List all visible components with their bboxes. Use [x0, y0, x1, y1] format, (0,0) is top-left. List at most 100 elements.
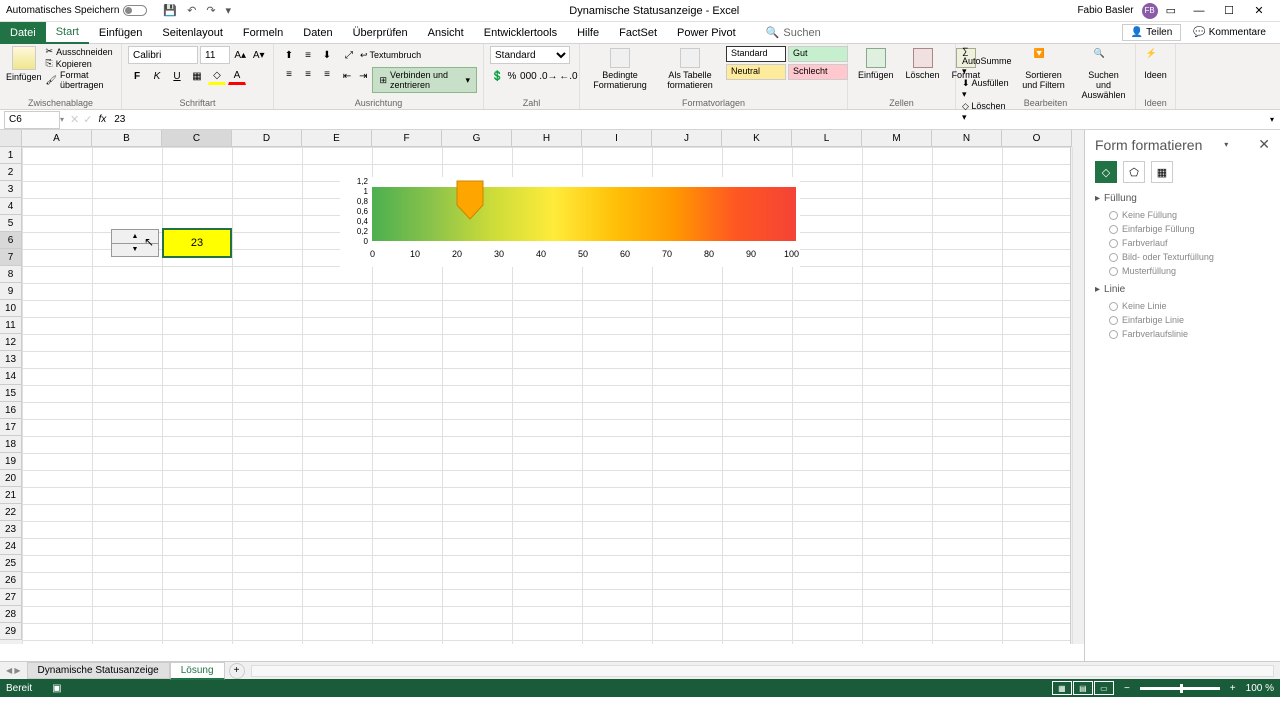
col-header-c[interactable]: C — [162, 130, 232, 147]
indent-increase-button[interactable]: ⇥ — [356, 67, 370, 85]
col-header-h[interactable]: H — [512, 130, 582, 147]
col-header-j[interactable]: J — [652, 130, 722, 147]
ideas-button[interactable]: ⚡Ideen — [1142, 46, 1169, 82]
name-box[interactable]: C6 — [4, 111, 60, 129]
row-header-2[interactable]: 2 — [0, 164, 22, 181]
row-header-18[interactable]: 18 — [0, 436, 22, 453]
fill-option-picture[interactable]: Bild- oder Texturfüllung — [1095, 250, 1270, 264]
tab-ansicht[interactable]: Ansicht — [418, 23, 474, 43]
tab-daten[interactable]: Daten — [293, 23, 342, 43]
maximize-button[interactable]: ☐ — [1214, 0, 1244, 22]
row-header-9[interactable]: 9 — [0, 283, 22, 300]
fill-option-pattern[interactable]: Musterfüllung — [1095, 264, 1270, 278]
row-header-11[interactable]: 11 — [0, 317, 22, 334]
copy-button[interactable]: ⎘Kopieren — [46, 58, 115, 69]
italic-button[interactable]: K — [148, 67, 166, 85]
cancel-formula-icon[interactable]: ✕ — [70, 113, 79, 126]
row-header-1[interactable]: 1 — [0, 147, 22, 164]
cells-grid[interactable]: ▲ ▼ ↖ 23 1,2 1 0,8 0,6 0,4 0,2 — [22, 147, 1070, 644]
find-select-button[interactable]: 🔍Suchen und Auswählen — [1076, 46, 1132, 102]
row-header-17[interactable]: 17 — [0, 419, 22, 436]
row-header-20[interactable]: 20 — [0, 470, 22, 487]
row-header-16[interactable]: 16 — [0, 402, 22, 419]
minimize-button[interactable]: — — [1184, 0, 1214, 22]
row-header-13[interactable]: 13 — [0, 351, 22, 368]
fill-button[interactable]: ⬇ Ausfüllen ▾ — [962, 78, 1012, 100]
row-header-15[interactable]: 15 — [0, 385, 22, 402]
add-sheet-button[interactable]: + — [229, 663, 245, 679]
increase-decimal-button[interactable]: .0→ — [539, 67, 557, 85]
col-header-l[interactable]: L — [792, 130, 862, 147]
tab-start[interactable]: Start — [46, 22, 89, 44]
page-layout-view-button[interactable]: ▤ — [1073, 681, 1093, 695]
border-button[interactable]: ▦ — [188, 67, 206, 85]
tab-file[interactable]: Datei — [0, 22, 46, 44]
orientation-button[interactable]: ⤢ — [340, 46, 358, 64]
sheet-tab-1[interactable]: Dynamische Statusanzeige — [27, 662, 170, 679]
row-header-8[interactable]: 8 — [0, 266, 22, 283]
spinner-down-button[interactable]: ▼ — [112, 244, 158, 257]
row-header-14[interactable]: 14 — [0, 368, 22, 385]
paste-button[interactable]: Einfügen — [6, 46, 42, 82]
align-bottom-button[interactable]: ⬇ — [318, 46, 336, 64]
bold-button[interactable]: F — [128, 67, 146, 85]
col-header-a[interactable]: A — [22, 130, 92, 147]
merge-center-button[interactable]: ⊞Verbinden und zentrieren▾ — [372, 67, 477, 93]
autosum-button[interactable]: ∑ AutoSumme ▾ — [962, 46, 1012, 77]
align-middle-button[interactable]: ≡ — [299, 46, 317, 64]
record-macro-icon[interactable]: ▣ — [52, 683, 61, 694]
col-header-d[interactable]: D — [232, 130, 302, 147]
row-header-22[interactable]: 22 — [0, 504, 22, 521]
col-header-b[interactable]: B — [92, 130, 162, 147]
row-header-29[interactable]: 29 — [0, 623, 22, 640]
share-button[interactable]: 👤Teilen — [1122, 24, 1182, 41]
tab-powerpivot[interactable]: Power Pivot — [667, 23, 746, 43]
align-right-button[interactable]: ≡ — [318, 65, 336, 83]
align-left-button[interactable]: ≡ — [280, 65, 298, 83]
decrease-decimal-button[interactable]: ←.0 — [559, 67, 577, 85]
select-all-corner[interactable] — [0, 130, 22, 147]
col-header-o[interactable]: O — [1002, 130, 1072, 147]
indent-decrease-button[interactable]: ⇤ — [340, 67, 354, 85]
fx-icon[interactable]: fx — [98, 114, 106, 125]
expand-formula-icon[interactable]: ▾ — [1264, 115, 1280, 124]
percent-button[interactable]: % — [506, 67, 517, 85]
fill-section-header[interactable]: ▸ Füllung — [1095, 193, 1270, 204]
cut-button[interactable]: ✂Ausschneiden — [46, 46, 115, 57]
grow-font-button[interactable]: A▴ — [232, 46, 249, 64]
tab-hilfe[interactable]: Hilfe — [567, 23, 609, 43]
align-top-button[interactable]: ⬆ — [280, 46, 298, 64]
chart-object[interactable]: 1,2 1 0,8 0,6 0,4 0,2 0 — [340, 177, 800, 267]
conditional-formatting-button[interactable]: Bedingte Formatierung — [586, 46, 654, 92]
fill-option-gradient[interactable]: Farbverlauf — [1095, 236, 1270, 250]
zoom-out-button[interactable]: − — [1124, 683, 1130, 694]
row-header-3[interactable]: 3 — [0, 181, 22, 198]
col-header-g[interactable]: G — [442, 130, 512, 147]
currency-button[interactable]: 💲 — [490, 67, 504, 85]
font-name-select[interactable] — [128, 46, 198, 64]
thousands-button[interactable]: 000 — [519, 67, 537, 85]
spinner-up-button[interactable]: ▲ — [112, 230, 158, 244]
line-option-gradient[interactable]: Farbverlaufslinie — [1095, 327, 1270, 341]
search-box[interactable]: 🔍 Suchen — [766, 26, 821, 39]
fill-option-solid[interactable]: Einfarbige Füllung — [1095, 222, 1270, 236]
row-header-7[interactable]: 7 — [0, 249, 22, 266]
cell-styles-gallery[interactable]: Standard Gut Neutral Schlecht — [726, 46, 848, 80]
col-header-e[interactable]: E — [302, 130, 372, 147]
panel-close-button[interactable]: ✕ — [1258, 136, 1270, 153]
size-tab-icon[interactable]: ▦ — [1151, 161, 1173, 183]
selected-cell[interactable]: 23 — [162, 228, 232, 258]
normal-view-button[interactable]: ▦ — [1052, 681, 1072, 695]
page-break-view-button[interactable]: ▭ — [1094, 681, 1114, 695]
col-header-n[interactable]: N — [932, 130, 1002, 147]
zoom-level[interactable]: 100 % — [1246, 683, 1274, 694]
ribbon-display-icon[interactable]: ▭ — [1166, 4, 1176, 17]
row-header-27[interactable]: 27 — [0, 589, 22, 606]
line-option-solid[interactable]: Einfarbige Linie — [1095, 313, 1270, 327]
row-header-24[interactable]: 24 — [0, 538, 22, 555]
zoom-slider[interactable] — [1140, 687, 1220, 690]
fill-line-tab-icon[interactable]: ◇ — [1095, 161, 1117, 183]
shrink-font-button[interactable]: A▾ — [251, 46, 268, 64]
sheet-tab-2[interactable]: Lösung — [170, 662, 225, 680]
number-format-select[interactable]: Standard — [490, 46, 570, 64]
